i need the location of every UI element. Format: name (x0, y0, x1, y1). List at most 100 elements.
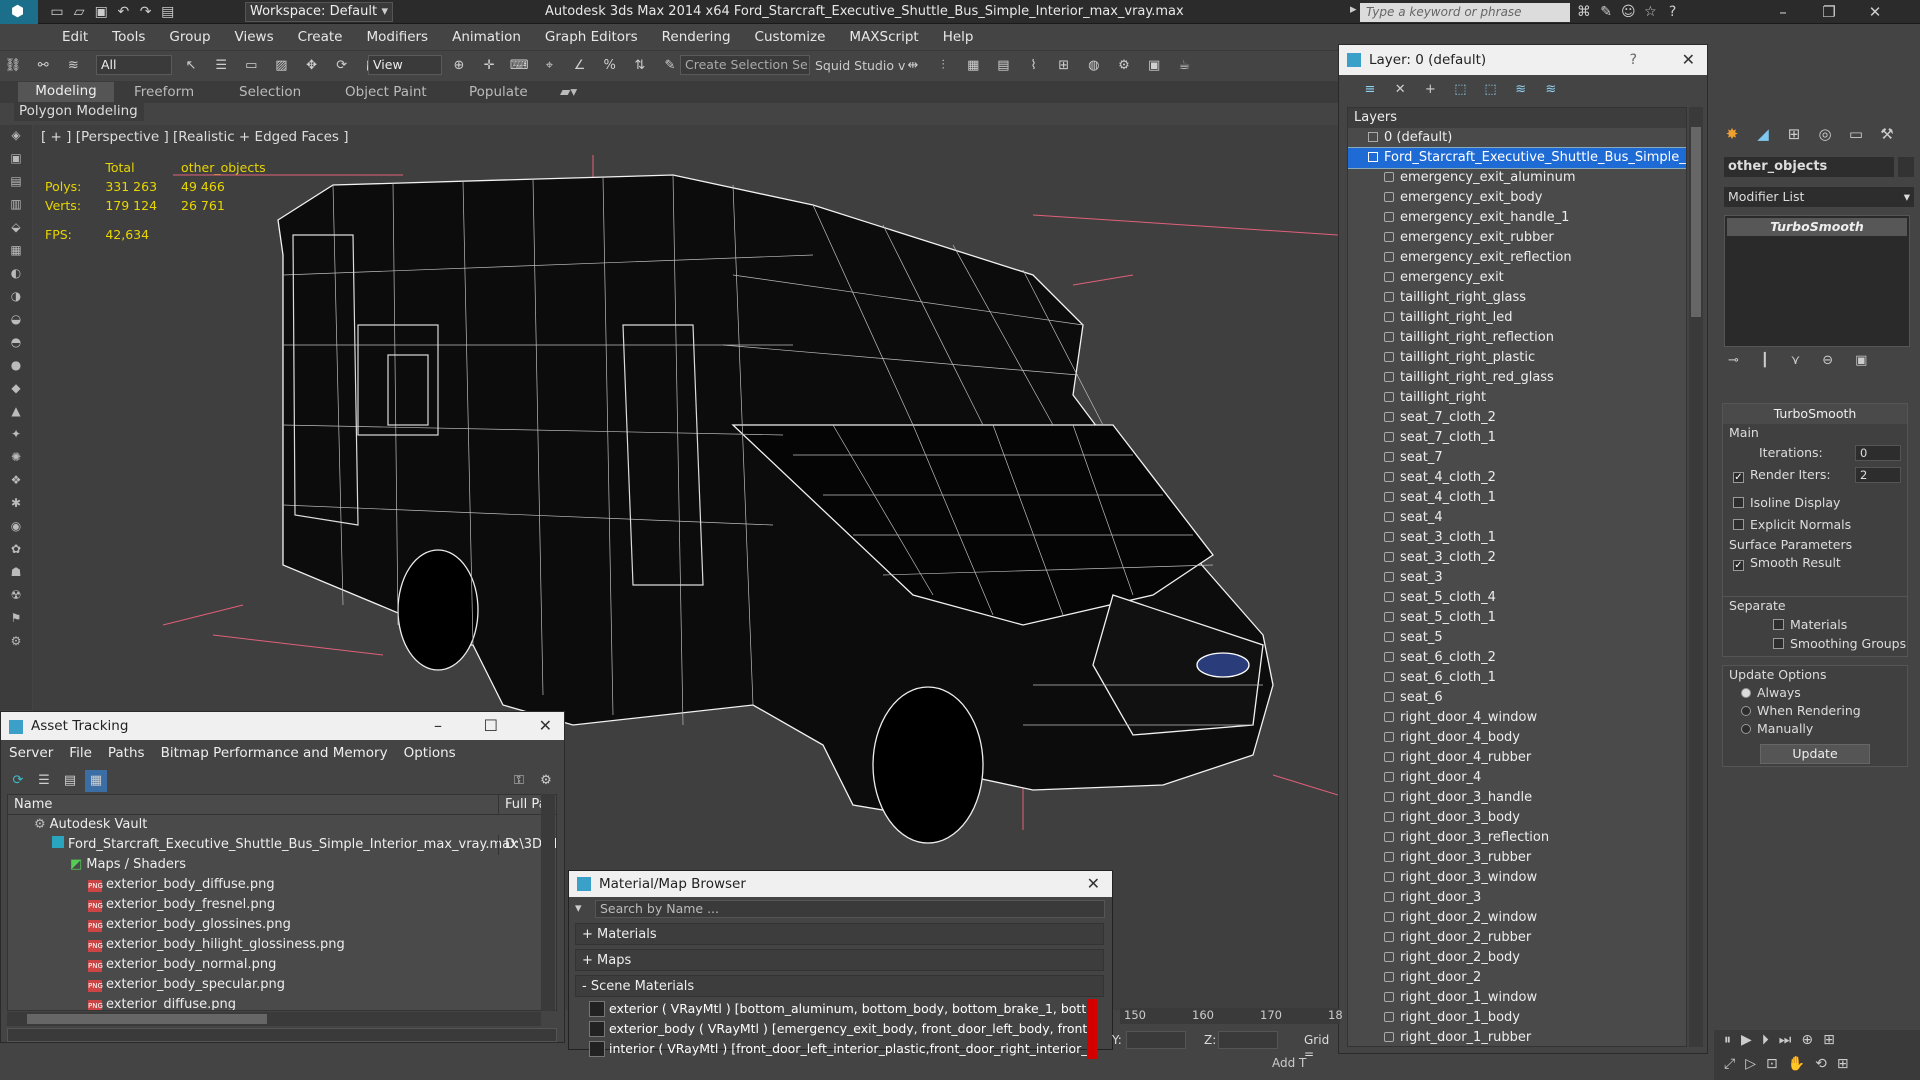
smoothing-groups-checkbox[interactable] (1773, 638, 1784, 649)
menu-customize[interactable]: Customize (743, 25, 838, 45)
asset-texture-row[interactable]: PNG exterior_body_fresnel.png (8, 895, 556, 915)
layer-object-item[interactable]: taillight_right_plastic (1348, 348, 1686, 368)
update-always-radio[interactable] (1741, 688, 1751, 698)
help-icon[interactable]: ? (1630, 45, 1637, 75)
layer-object-item[interactable]: right_door_4_body (1348, 728, 1686, 748)
layers-scrollbar[interactable] (1689, 107, 1703, 1047)
select-by-name-icon[interactable]: ☰ (210, 55, 232, 77)
table-view-icon[interactable]: ▦ (85, 770, 107, 792)
layer-object-item[interactable]: taillight_right_glass (1348, 288, 1686, 308)
close-icon[interactable]: ✕ (539, 712, 552, 740)
render-setup-icon[interactable]: ⚙ (1113, 55, 1135, 77)
layer-object-item[interactable]: seat_7 (1348, 448, 1686, 468)
scrollbar-thumb[interactable] (1691, 127, 1701, 317)
menu-create[interactable]: Create (286, 25, 355, 45)
named-selection-dropdown[interactable]: Create Selection Se (680, 55, 810, 75)
save-file-icon[interactable]: ▣ (92, 3, 110, 21)
keyboard-shortcut-icon[interactable]: ⌨ (508, 55, 530, 77)
layer-new-icon[interactable]: ≡ (1359, 79, 1381, 101)
menu-paths[interactable]: Paths (100, 740, 153, 766)
tool-icon[interactable]: ▲ (6, 404, 26, 424)
layer-object-item[interactable]: seat_6_cloth_1 (1348, 668, 1686, 688)
layer-select-icon[interactable]: ⬚ (1449, 79, 1471, 101)
tool-icon[interactable]: ● (6, 358, 26, 378)
layer-object-item[interactable]: seat_6 (1348, 688, 1686, 708)
layer-object-item[interactable]: seat_5_cloth_4 (1348, 588, 1686, 608)
layer-manager-icon[interactable]: ▦ (962, 55, 984, 77)
tab-selection[interactable]: Selection (239, 84, 301, 100)
stack-item-turbosmooth[interactable]: TurboSmooth (1727, 218, 1907, 236)
menu-modifiers[interactable]: Modifiers (354, 25, 440, 45)
tab-populate[interactable]: Populate (469, 84, 528, 100)
menu-options[interactable]: Options (396, 740, 464, 766)
layer-object-item[interactable]: right_door_3_body (1348, 808, 1686, 828)
timeline-ruler[interactable]: 150 160 170 18 (1120, 1008, 1343, 1024)
layer-object-item[interactable]: right_door_4_window (1348, 708, 1686, 728)
menu-file[interactable]: File (61, 740, 100, 766)
star-icon[interactable]: ☆ (1641, 3, 1659, 21)
layer-object-item[interactable]: right_door_3_handle (1348, 788, 1686, 808)
tab-freeform[interactable]: Freeform (134, 84, 194, 100)
minimize-icon[interactable]: – (1760, 0, 1806, 24)
layer-object-item[interactable]: seat_5 (1348, 628, 1686, 648)
menu-server[interactable]: Server (1, 740, 61, 766)
layer-object-item[interactable]: seat_4_cloth_2 (1348, 468, 1686, 488)
tool-icon[interactable]: ❖ (6, 473, 26, 493)
explicit-normals-checkbox[interactable] (1733, 519, 1744, 530)
object-color-swatch[interactable] (1898, 157, 1914, 177)
layer-highlight-icon[interactable]: ⬚ (1480, 79, 1502, 101)
menu-graph-editors[interactable]: Graph Editors (533, 25, 650, 45)
update-manually-radio[interactable] (1741, 724, 1751, 734)
asset-texture-row[interactable]: PNG exterior_body_normal.png (8, 955, 556, 975)
window-crossing-icon[interactable]: ▨ (270, 55, 292, 77)
close-icon[interactable]: ✕ (1852, 0, 1898, 24)
rollout-title[interactable]: TurboSmooth (1723, 404, 1907, 424)
help-icon[interactable]: ? (1664, 3, 1682, 21)
percent-snap-icon[interactable]: % (599, 55, 621, 77)
layer-object-item[interactable]: right_door_3_reflection (1348, 828, 1686, 848)
layer-object-item[interactable]: seat_6_cloth_2 (1348, 648, 1686, 668)
settings-icon[interactable]: ⚙ (535, 770, 557, 792)
edit-named-selection-icon[interactable]: ✎ (659, 55, 681, 77)
tab-object-paint[interactable]: Object Paint (345, 84, 427, 100)
layer-object-item[interactable]: emergency_exit_rubber (1348, 228, 1686, 248)
pivot-icon[interactable]: ⊕ (448, 55, 470, 77)
binoculars-icon[interactable]: ⌘ (1575, 3, 1593, 21)
selection-filter-dropdown[interactable]: All (96, 55, 172, 75)
asset-maps-row[interactable]: ◩ Maps / Shaders (8, 855, 556, 875)
asset-hscrollbar[interactable] (7, 1012, 541, 1026)
layer-object-item[interactable]: taillight_right_reflection (1348, 328, 1686, 348)
vault-icon[interactable]: ⚿ (508, 770, 530, 792)
viewport-nav-icons[interactable]: ⤢▷⊡✋⟲⊞ (1724, 1056, 1859, 1072)
unlink-icon[interactable]: ⚯ (32, 55, 54, 77)
layer-object-item[interactable]: seat_7_cloth_2 (1348, 408, 1686, 428)
update-button[interactable]: Update (1760, 744, 1870, 764)
user-icon[interactable]: ☺ (1619, 3, 1637, 21)
mirror-icon[interactable]: ⇹ (902, 55, 924, 77)
tool-icon[interactable]: ◐ (6, 266, 26, 286)
modifier-list-dropdown[interactable]: Modifier List ▾ (1724, 187, 1914, 207)
tool-icon[interactable]: ◆ (6, 381, 26, 401)
layer-default[interactable]: 0 (default) (1348, 128, 1686, 148)
layer-object-item[interactable]: emergency_exit_body (1348, 188, 1686, 208)
tool-icon[interactable]: ✺ (6, 450, 26, 470)
ribbon-toggle-icon[interactable]: ▤ (992, 55, 1014, 77)
close-icon[interactable]: ✕ (1682, 45, 1695, 75)
layer-object-item[interactable]: emergency_exit_handle_1 (1348, 208, 1686, 228)
scrollbar-thumb[interactable] (27, 1014, 267, 1024)
link-icon[interactable]: ⛓ (2, 55, 24, 77)
align-icon[interactable]: ⫶ (932, 55, 954, 77)
layer-object-item[interactable]: seat_5_cloth_1 (1348, 608, 1686, 628)
material-item[interactable]: exterior ( VRayMtl ) [bottom_aluminum, b… (587, 999, 1097, 1019)
stack-tool-icons[interactable]: ⊸┃⋎⊖▣ (1728, 353, 1889, 368)
menu-group[interactable]: Group (157, 25, 222, 45)
new-file-icon[interactable]: ▭ (48, 3, 66, 21)
iterations-spinner[interactable]: 0 (1855, 445, 1901, 461)
layer-object-item[interactable]: right_door_1_rubber (1348, 1028, 1686, 1046)
material-search-input[interactable]: Search by Name ... (595, 900, 1105, 918)
tool-icon[interactable]: ◈ (6, 128, 26, 148)
maps-group[interactable]: + Maps (575, 949, 1104, 971)
menu-edit[interactable]: Edit (0, 25, 100, 45)
tool-icon[interactable]: ✿ (6, 542, 26, 562)
layer-object-item[interactable]: right_door_3_window (1348, 868, 1686, 888)
